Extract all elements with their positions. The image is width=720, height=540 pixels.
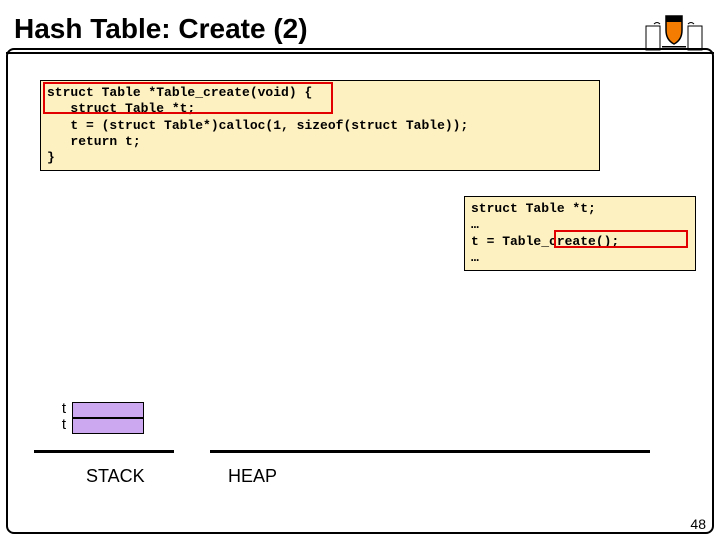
heap-label: HEAP [228,466,277,487]
stack-label-t-upper: t [50,400,66,417]
highlight-client-call [554,230,688,248]
slide-title: Hash Table: Create (2) [14,13,308,44]
stack-ground-line [34,450,174,453]
stack-label-t-lower: t [50,416,66,433]
page-number: 48 [690,516,706,532]
stack-cell-upper [72,402,144,418]
highlight-main-line1 [43,82,333,114]
stack-label: STACK [86,466,145,487]
heap-ground-line [210,450,650,453]
stack-cell-lower [72,418,144,434]
